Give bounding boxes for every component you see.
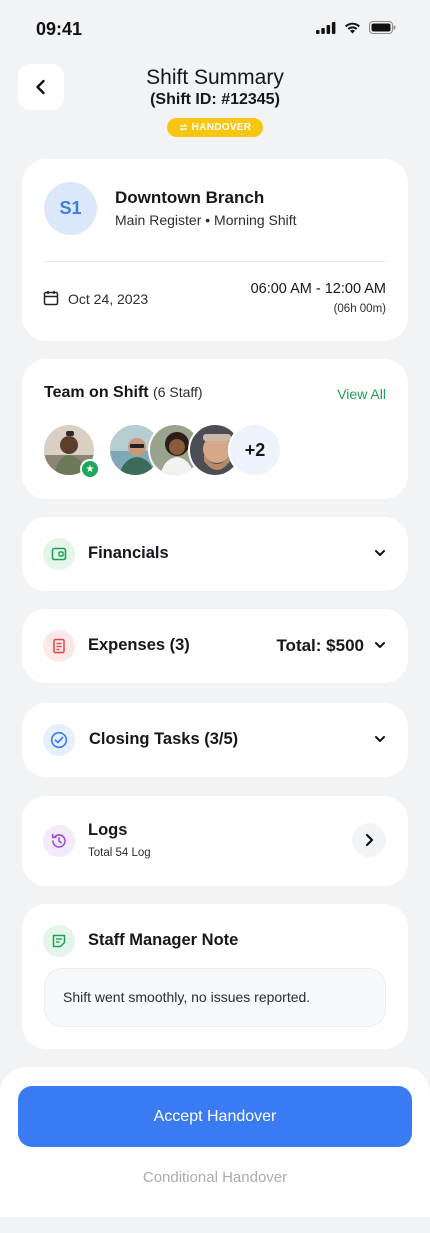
battery-icon xyxy=(369,21,396,34)
logs-section[interactable]: Logs Total 54 Log xyxy=(22,796,408,886)
branch-card: S1 Downtown Branch Main Register • Morni… xyxy=(22,159,408,341)
wifi-icon xyxy=(345,22,360,34)
divider xyxy=(44,261,386,262)
branch-detail: Main Register • Morning Shift xyxy=(115,212,297,228)
logs-open-button[interactable] xyxy=(352,823,386,857)
status-time: 09:41 xyxy=(36,19,83,39)
team-title: Team on Shift (6 Staff) xyxy=(44,384,203,402)
chevron-right-icon xyxy=(365,833,374,847)
expenses-label: Expenses (3) xyxy=(88,636,190,654)
shift-id: (Shift ID: #12345) xyxy=(150,91,280,108)
manager-note-card: Staff Manager Note Shift went smoothly, … xyxy=(22,904,408,1049)
logs-label: Logs xyxy=(88,821,128,839)
branch-avatar: S1 xyxy=(44,182,97,235)
status-badge: HANDOVER xyxy=(167,118,263,137)
more-staff-count[interactable]: +2 xyxy=(228,423,282,477)
status-bar: 09:41 xyxy=(0,0,430,58)
chevron-down-icon xyxy=(375,550,385,556)
receipt-icon xyxy=(43,630,75,662)
history-icon xyxy=(43,825,75,857)
team-count: (6 Staff) xyxy=(153,384,203,400)
financials-label: Financials xyxy=(88,544,169,562)
page-title: Shift Summary xyxy=(146,66,284,89)
shift-duration: (06h 00m) xyxy=(333,303,386,315)
view-all-link[interactable]: View All xyxy=(337,386,386,402)
chevron-down-icon xyxy=(375,642,385,648)
expenses-section[interactable]: Expenses (3) Total: $500 xyxy=(22,609,408,683)
status-badge-label: HANDOVER xyxy=(191,122,252,133)
shift-time-range: 06:00 AM - 12:00 AM xyxy=(250,281,386,297)
header: Shift Summary (Shift ID: #12345) HANDOVE… xyxy=(0,60,430,140)
closing-tasks-label: Closing Tasks (3/5) xyxy=(89,730,239,748)
check-circle-icon xyxy=(43,724,75,756)
branch-name: Downtown Branch xyxy=(115,188,265,207)
financials-section[interactable]: Financials xyxy=(22,517,408,591)
signal-icon xyxy=(316,21,336,34)
calendar-icon xyxy=(43,290,59,306)
team-title-label: Team on Shift xyxy=(44,384,149,401)
conditional-handover-button[interactable]: Conditional Handover xyxy=(0,1169,430,1186)
shift-date: Oct 24, 2023 xyxy=(68,291,149,307)
expenses-total: Total: $500 xyxy=(276,636,364,655)
star-badge-icon: ★ xyxy=(80,459,100,479)
swap-icon xyxy=(179,124,188,131)
wallet-icon xyxy=(43,538,75,570)
closing-tasks-section[interactable]: Closing Tasks (3/5) xyxy=(22,703,408,777)
team-card: Team on Shift (6 Staff) View All ★ +2 xyxy=(22,359,408,499)
logs-count: Total 54 Log xyxy=(88,847,151,859)
note-text: Shift went smoothly, no issues reported. xyxy=(44,968,386,1027)
accept-handover-button[interactable]: Accept Handover xyxy=(18,1086,412,1147)
note-icon xyxy=(43,925,75,957)
note-title: Staff Manager Note xyxy=(88,931,239,949)
chevron-down-icon xyxy=(375,736,385,742)
status-icons xyxy=(316,21,396,34)
bottom-action-sheet: Accept Handover Conditional Handover xyxy=(0,1067,430,1217)
